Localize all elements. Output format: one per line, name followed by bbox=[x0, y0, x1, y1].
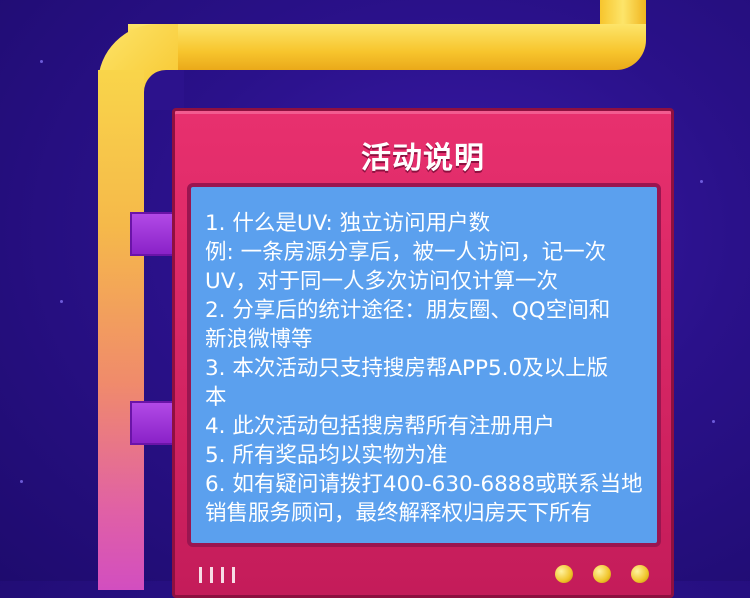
indicator-light-icon bbox=[593, 565, 611, 583]
star bbox=[40, 60, 43, 63]
info-panel: 活动说明 1. 什么是UV: 独立访问用户数 例: 一条房源分享后，被一人访问，… bbox=[172, 108, 674, 598]
panel-title: 活动说明 bbox=[361, 141, 485, 176]
indicator-light-icon bbox=[555, 565, 573, 583]
star bbox=[700, 180, 703, 183]
panel-screen: 1. 什么是UV: 独立访问用户数 例: 一条房源分享后，被一人访问，记一次 U… bbox=[187, 183, 661, 547]
rule-line: 本 bbox=[205, 385, 227, 410]
rule-line: UV，对于同一人多次访问仅计算一次 bbox=[205, 269, 558, 294]
rule-line: 2. 分享后的统计途径：朋友圈、QQ空间和 bbox=[205, 298, 611, 323]
pipe-inner bbox=[144, 70, 184, 110]
pipe-segment bbox=[98, 70, 144, 590]
rule-line: 例: 一条房源分享后，被一人访问，记一次 bbox=[205, 240, 607, 265]
rules-text: 1. 什么是UV: 独立访问用户数 例: 一条房源分享后，被一人访问，记一次 U… bbox=[205, 209, 647, 528]
indicator-lights bbox=[555, 565, 649, 583]
pipe-segment bbox=[128, 24, 646, 70]
rule-line: 5. 所有奖品均以实物为准 bbox=[205, 443, 448, 468]
rule-line: 6. 如有疑问请拨打400-630-6888或联系当地 bbox=[205, 472, 643, 497]
rule-line: 1. 什么是UV: 独立访问用户数 bbox=[205, 211, 491, 236]
star bbox=[712, 420, 715, 423]
star bbox=[60, 300, 63, 303]
rule-line: 3. 本次活动只支持搜房帮APP5.0及以上版 bbox=[205, 356, 609, 381]
indicator-light-icon bbox=[631, 565, 649, 583]
rule-line: 4. 此次活动包括搜房帮所有注册用户 bbox=[205, 414, 555, 439]
rule-line: 销售服务顾问，最终解释权归房天下所有 bbox=[205, 501, 593, 526]
star bbox=[20, 480, 23, 483]
rule-line: 新浪微博等 bbox=[205, 327, 313, 352]
pipe-connector bbox=[130, 401, 178, 445]
pipe-connector bbox=[130, 212, 178, 256]
